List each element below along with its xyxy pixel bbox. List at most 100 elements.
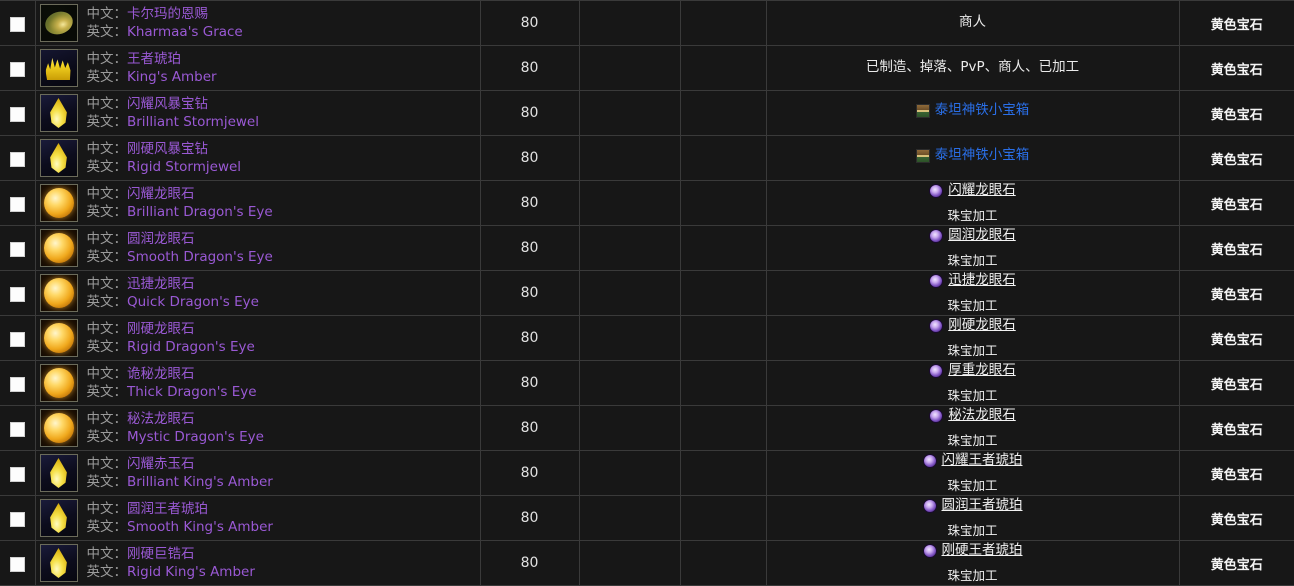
gem-teardrop-icon[interactable] xyxy=(39,499,78,537)
row-checkbox[interactable] xyxy=(9,286,25,302)
purple-gem-icon[interactable] xyxy=(929,184,944,199)
source-link[interactable]: 闪耀王者琥珀 xyxy=(942,451,1023,471)
item-name-cn-value[interactable]: 诡秘龙眼石 xyxy=(127,366,195,382)
gem-teardrop-icon[interactable] xyxy=(39,139,78,177)
row-select-cell[interactable] xyxy=(0,270,36,316)
chest-icon[interactable] xyxy=(915,104,930,119)
gem-cluster-icon[interactable] xyxy=(39,49,78,87)
item-cell[interactable]: 中文：闪耀龙眼石 英文：Brilliant Dragon's Eye xyxy=(35,180,481,226)
item-name-cn-value[interactable]: 闪耀龙眼石 xyxy=(127,186,195,202)
gem-teardrop-icon[interactable] xyxy=(39,454,78,492)
table-row[interactable]: 中文：诡秘龙眼石 英文：Thick Dragon's Eye 80 厚重龙眼石 珠宝加工… xyxy=(0,360,1294,406)
item-name-en-value[interactable]: King's Amber xyxy=(127,69,217,85)
purple-gem-icon[interactable] xyxy=(922,499,937,514)
gem-round-icon[interactable] xyxy=(39,364,78,402)
table-row[interactable]: 中文：迅捷龙眼石 英文：Quick Dragon's Eye 80 迅捷龙眼石 珠宝加工… xyxy=(0,270,1294,316)
item-name-cn-value[interactable]: 圆润王者琥珀 xyxy=(127,501,208,517)
row-checkbox[interactable] xyxy=(9,376,25,392)
gem-round-icon[interactable] xyxy=(39,229,78,267)
purple-gem-icon[interactable] xyxy=(929,364,944,379)
row-checkbox[interactable] xyxy=(9,511,25,527)
gem-round-icon[interactable] xyxy=(39,319,78,357)
row-checkbox[interactable] xyxy=(9,61,25,77)
gem-teardrop-icon[interactable] xyxy=(39,544,78,582)
row-checkbox[interactable] xyxy=(9,421,25,437)
item-cell[interactable]: 中文：闪耀赤玉石 英文：Brilliant King's Amber xyxy=(35,450,481,496)
item-name-en-value[interactable]: Rigid King's Amber xyxy=(127,564,255,580)
source-link[interactable]: 泰坦神铁小宝箱 xyxy=(935,101,1030,121)
purple-gem-icon[interactable] xyxy=(922,544,937,559)
row-select-cell[interactable] xyxy=(0,315,36,361)
item-name-en-value[interactable]: Brilliant Stormjewel xyxy=(127,114,259,130)
row-select-cell[interactable] xyxy=(0,360,36,406)
row-select-cell[interactable] xyxy=(0,450,36,496)
gem-olive-oval-icon[interactable] xyxy=(39,4,78,42)
item-name-cn-value[interactable]: 秘法龙眼石 xyxy=(127,411,195,427)
item-name-cn-value[interactable]: 刚硬风暴宝钻 xyxy=(127,141,208,157)
table-row[interactable]: 中文：王者琥珀 英文：King's Amber 80 已制造、掉落、PvP、商人、已加… xyxy=(0,45,1294,91)
item-name-en-value[interactable]: Mystic Dragon's Eye xyxy=(127,429,264,445)
table-row[interactable]: 中文：刚硬巨锆石 英文：Rigid King's Amber 80 刚硬王者琥珀 珠宝加… xyxy=(0,540,1294,586)
table-row[interactable]: 中文：圆润王者琥珀 英文：Smooth King's Amber 80 圆润王者琥珀珠… xyxy=(0,495,1294,541)
source-link[interactable]: 厚重龙眼石 xyxy=(948,361,1016,381)
row-checkbox[interactable] xyxy=(9,151,25,167)
item-name-cn-value[interactable]: 卡尔玛的恩赐 xyxy=(127,6,208,22)
item-name-cn-value[interactable]: 迅捷龙眼石 xyxy=(127,276,195,292)
row-select-cell[interactable] xyxy=(0,0,36,46)
item-name-cn-value[interactable]: 王者琥珀 xyxy=(127,51,181,67)
item-name-en-value[interactable]: Smooth King's Amber xyxy=(127,519,273,535)
item-name-cn-value[interactable]: 圆润龙眼石 xyxy=(127,231,195,247)
row-checkbox[interactable] xyxy=(9,556,25,572)
source-link[interactable]: 闪耀龙眼石 xyxy=(948,181,1016,201)
source-link[interactable]: 秘法龙眼石 xyxy=(948,406,1016,426)
purple-gem-icon[interactable] xyxy=(929,319,944,334)
item-name-en-value[interactable]: Brilliant Dragon's Eye xyxy=(127,204,273,220)
row-checkbox[interactable] xyxy=(9,466,25,482)
row-select-cell[interactable] xyxy=(0,180,36,226)
row-select-cell[interactable] xyxy=(0,495,36,541)
source-link[interactable]: 圆润龙眼石 xyxy=(948,226,1016,246)
row-select-cell[interactable] xyxy=(0,135,36,181)
item-cell[interactable]: 中文：刚硬风暴宝钻 英文：Rigid Stormjewel xyxy=(35,135,481,181)
gem-teardrop-icon[interactable] xyxy=(39,94,78,132)
row-select-cell[interactable] xyxy=(0,540,36,586)
item-cell[interactable]: 中文：王者琥珀 英文：King's Amber xyxy=(35,45,481,91)
purple-gem-icon[interactable] xyxy=(922,454,937,469)
item-name-cn-value[interactable]: 闪耀风暴宝钻 xyxy=(127,96,208,112)
purple-gem-icon[interactable] xyxy=(929,409,944,424)
source-link[interactable]: 圆润王者琥珀 xyxy=(942,496,1023,516)
table-row[interactable]: 中文：秘法龙眼石 英文：Mystic Dragon's Eye 80 秘法龙眼石 珠宝加… xyxy=(0,405,1294,451)
table-row[interactable]: 中文：卡尔玛的恩赐 英文：Kharmaa's Grace 80 商人 黄色宝石 xyxy=(0,0,1294,46)
gem-round-icon[interactable] xyxy=(39,409,78,447)
item-name-en-value[interactable]: Smooth Dragon's Eye xyxy=(127,249,273,265)
item-cell[interactable]: 中文：秘法龙眼石 英文：Mystic Dragon's Eye xyxy=(35,405,481,451)
row-checkbox[interactable] xyxy=(9,196,25,212)
source-link[interactable]: 刚硬龙眼石 xyxy=(948,316,1016,336)
item-cell[interactable]: 中文：刚硬巨锆石 英文：Rigid King's Amber xyxy=(35,540,481,586)
item-name-en-value[interactable]: Kharmaa's Grace xyxy=(127,24,243,40)
source-link[interactable]: 刚硬王者琥珀 xyxy=(942,541,1023,561)
purple-gem-icon[interactable] xyxy=(929,274,944,289)
table-row[interactable]: 中文：圆润龙眼石 英文：Smooth Dragon's Eye 80 圆润龙眼石 珠宝加… xyxy=(0,225,1294,271)
table-row[interactable]: 中文：闪耀龙眼石 英文：Brilliant Dragon's Eye 80 闪耀龙眼石… xyxy=(0,180,1294,226)
chest-icon[interactable] xyxy=(915,149,930,164)
item-name-en-value[interactable]: Brilliant King's Amber xyxy=(127,474,273,490)
row-checkbox[interactable] xyxy=(9,241,25,257)
item-cell[interactable]: 中文：闪耀风暴宝钻 英文：Brilliant Stormjewel xyxy=(35,90,481,136)
item-name-cn-value[interactable]: 闪耀赤玉石 xyxy=(127,456,195,472)
table-row[interactable]: 中文：闪耀赤玉石 英文：Brilliant King's Amber 80 闪耀王者琥… xyxy=(0,450,1294,496)
item-cell[interactable]: 中文：刚硬龙眼石 英文：Rigid Dragon's Eye xyxy=(35,315,481,361)
source-link[interactable]: 泰坦神铁小宝箱 xyxy=(935,146,1030,166)
row-checkbox[interactable] xyxy=(9,16,25,32)
item-name-en-value[interactable]: Thick Dragon's Eye xyxy=(127,384,257,400)
item-name-en-value[interactable]: Rigid Stormjewel xyxy=(127,159,241,175)
item-cell[interactable]: 中文：圆润王者琥珀 英文：Smooth King's Amber xyxy=(35,495,481,541)
purple-gem-icon[interactable] xyxy=(929,229,944,244)
gem-round-icon[interactable] xyxy=(39,184,78,222)
item-name-en-value[interactable]: Rigid Dragon's Eye xyxy=(127,339,255,355)
row-checkbox[interactable] xyxy=(9,106,25,122)
row-select-cell[interactable] xyxy=(0,90,36,136)
source-link[interactable]: 迅捷龙眼石 xyxy=(948,271,1016,291)
table-row[interactable]: 中文：闪耀风暴宝钻 英文：Brilliant Stormjewel 80 泰坦神铁小宝… xyxy=(0,90,1294,136)
item-cell[interactable]: 中文：圆润龙眼石 英文：Smooth Dragon's Eye xyxy=(35,225,481,271)
